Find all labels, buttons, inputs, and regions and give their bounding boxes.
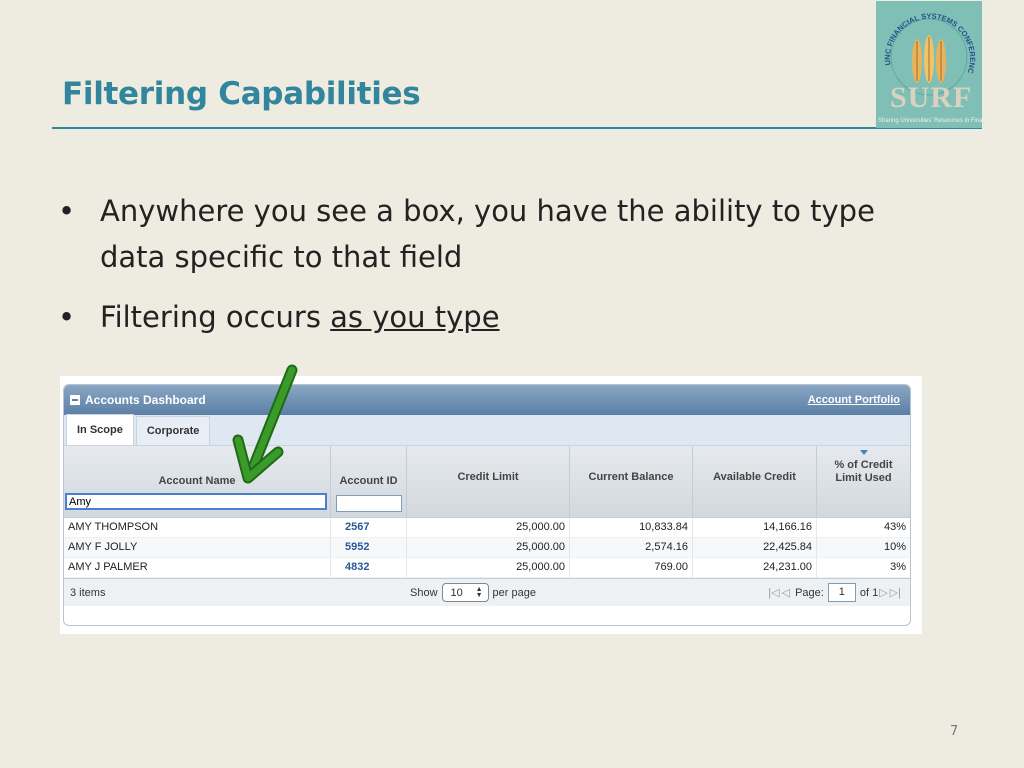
table-row[interactable]: AMY F JOLLY 5952 25,000.00 2,574.16 22,4…	[64, 538, 910, 558]
bullet-item: • Anywhere you see a box, you have the a…	[58, 188, 938, 280]
panel-title: Accounts Dashboard	[70, 393, 206, 407]
column-label: Credit Limit	[457, 471, 519, 483]
panel-title-text: Accounts Dashboard	[85, 393, 206, 407]
column-label: Current Balance	[588, 471, 674, 483]
column-header-credit-limit[interactable]: Credit Limit	[407, 446, 570, 517]
item-count: 3 items	[70, 587, 106, 599]
tab-in-scope[interactable]: In Scope	[66, 414, 134, 445]
per-page-control: Show 10 ▲ ▼ per page	[410, 583, 536, 602]
bullet-text-plain: Filtering occurs	[100, 300, 331, 334]
bullet-text: Anywhere you see a box, you have the abi…	[100, 194, 875, 274]
per-page-select[interactable]: 10 ▲ ▼	[441, 583, 489, 602]
cell-account-name: AMY F JOLLY	[64, 538, 331, 557]
bullet-dot: •	[58, 300, 76, 334]
grid-body: AMY THOMPSON 2567 25,000.00 10,833.84 14…	[64, 518, 910, 578]
per-page-label: per page	[492, 586, 536, 599]
dashboard-screenshot: Accounts Dashboard Account Portfolio In …	[60, 376, 922, 634]
cell-credit-limit: 25,000.00	[407, 518, 570, 537]
cell-available-credit: 22,425.84	[693, 538, 817, 557]
account-portfolio-link[interactable]: Account Portfolio	[808, 394, 900, 406]
cell-account-id[interactable]: 4832	[331, 558, 407, 577]
surf-logo: UNC FINANCIAL SYSTEMS CONFERENCE SURF Sh…	[876, 1, 982, 128]
cell-current-balance: 2,574.16	[570, 538, 693, 557]
title-rule	[52, 127, 982, 129]
bullet-text: Filtering occurs as you type	[100, 294, 938, 340]
stepper-arrows-icon: ▲ ▼	[475, 586, 483, 599]
column-header-available-credit[interactable]: Available Credit	[693, 446, 817, 517]
logo-subtitle: Sharing Universities' Resources in Finan…	[878, 118, 982, 124]
first-page-icon[interactable]: |◁	[768, 586, 779, 599]
page-number: 7	[950, 724, 959, 739]
bullet-list: • Anywhere you see a box, you have the a…	[58, 188, 938, 354]
panel-header: Accounts Dashboard Account Portfolio	[64, 385, 910, 415]
pager-bar: 3 items Show 10 ▲ ▼ per page |◁ ◁ Page: 1…	[64, 578, 910, 606]
cell-account-name: AMY J PALMER	[64, 558, 331, 577]
page-navigation: |◁ ◁ Page: 1 of 1 ▷ ▷|	[767, 583, 902, 602]
tab-bar: In Scope Corporate	[64, 414, 910, 446]
bullet-dot: •	[58, 194, 76, 228]
column-label: Available Credit	[713, 471, 796, 483]
cell-available-credit: 14,166.16	[693, 518, 817, 537]
column-label: Account ID	[339, 475, 398, 487]
cell-pct-used: 10%	[883, 541, 906, 553]
tab-corporate[interactable]: Corporate	[135, 416, 211, 445]
column-label: % of Credit	[834, 459, 893, 471]
last-page-icon[interactable]: ▷|	[890, 586, 901, 599]
account-name-filter-input[interactable]	[65, 493, 327, 510]
cell-pct-used: 3%	[890, 561, 906, 573]
cell-account-id[interactable]: 5952	[331, 538, 407, 557]
show-label: Show	[410, 586, 438, 599]
cell-credit-limit: 25,000.00	[407, 558, 570, 577]
grid-header: Account Name Account ID Credit Limit Cur…	[64, 446, 910, 518]
cell-account-name: AMY THOMPSON	[64, 518, 331, 537]
table-row[interactable]: AMY THOMPSON 2567 25,000.00 10,833.84 14…	[64, 518, 910, 538]
column-header-account-name[interactable]: Account Name	[64, 446, 331, 517]
collapse-icon[interactable]	[70, 395, 80, 405]
per-page-value: 10	[450, 586, 463, 599]
page-number-input[interactable]: 1	[827, 583, 856, 602]
cell-current-balance: 769.00	[570, 558, 693, 577]
account-id-filter-input[interactable]	[336, 495, 402, 512]
cell-account-id[interactable]: 2567	[331, 518, 407, 537]
cell-credit-limit: 25,000.00	[407, 538, 570, 557]
slide-title: Filtering Capabilities	[62, 76, 421, 112]
accounts-dashboard-panel: Accounts Dashboard Account Portfolio In …	[63, 384, 911, 626]
column-header-pct-credit-used[interactable]: % of Credit Limit Used	[817, 446, 910, 517]
next-page-icon[interactable]: ▷	[879, 586, 887, 599]
bullet-item: • Filtering occurs as you type	[58, 294, 938, 340]
sort-descending-icon	[859, 450, 868, 455]
cell-current-balance: 10,833.84	[570, 518, 693, 537]
cell-pct-used: 43%	[883, 521, 906, 533]
column-header-account-id[interactable]: Account ID	[331, 446, 407, 517]
bullet-text-underlined: as you type	[330, 300, 500, 334]
table-row[interactable]: AMY J PALMER 4832 25,000.00 769.00 24,23…	[64, 558, 910, 578]
logo-word: SURF	[890, 81, 973, 114]
cell-available-credit: 24,231.00	[693, 558, 817, 577]
column-header-current-balance[interactable]: Current Balance	[570, 446, 693, 517]
column-label: Account Name	[158, 475, 236, 487]
page-label: Page:	[795, 586, 824, 599]
page-total: of 1	[859, 586, 879, 599]
prev-page-icon[interactable]: ◁	[782, 586, 790, 599]
column-label: Limit Used	[835, 472, 892, 484]
